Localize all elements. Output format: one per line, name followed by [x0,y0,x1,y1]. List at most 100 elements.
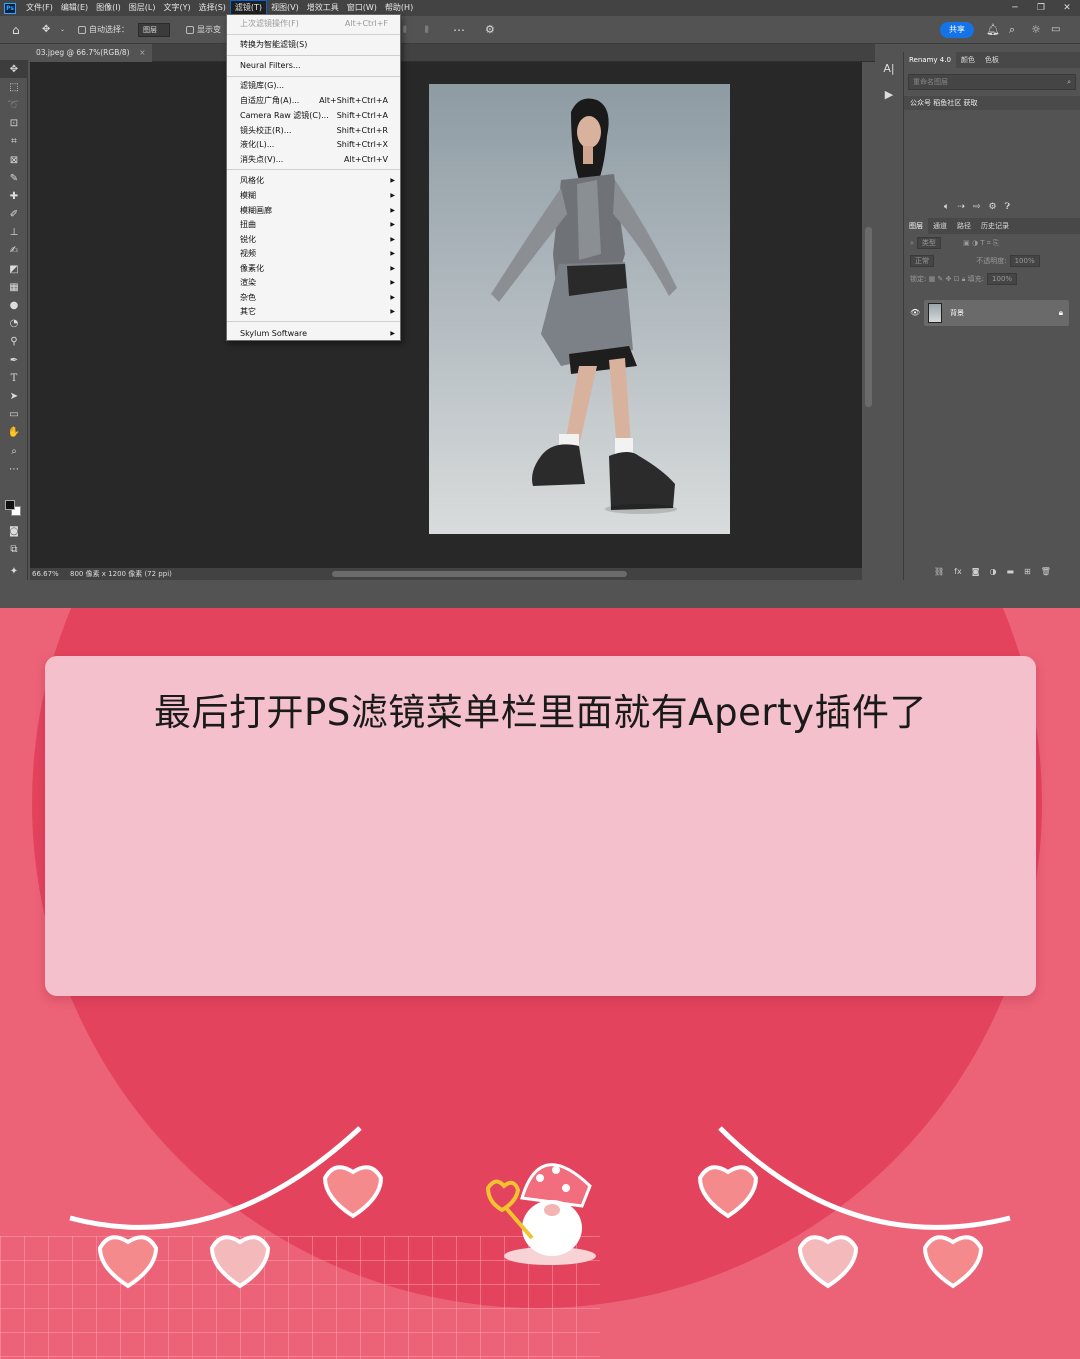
filter-menu-item[interactable]: 消失点(V)... Alt+Ctrl+V [227,153,400,167]
filter-menu-item[interactable]: 杂色 ▶ [227,291,400,305]
menu-item[interactable]: 选择(S) [195,0,230,16]
pen-tool-icon[interactable]: ✒ [0,351,28,369]
brush-tool-icon[interactable]: ✐ [0,206,28,224]
marquee-tool-icon[interactable]: ⬚ [0,78,28,96]
menu-item[interactable]: 文件(F) [22,0,57,16]
panel-tab[interactable]: 图层 [904,218,928,234]
filter-menu-item[interactable]: 渲染 ▶ [227,276,400,290]
mask-icon[interactable]: ◙ [972,567,980,576]
character-panel-icon[interactable]: A| [877,56,901,82]
close-tab-icon[interactable]: × [139,44,145,62]
crop-tool-icon[interactable]: ⌗ [0,133,28,151]
distribute-icon[interactable]: ⫼ [425,16,429,44]
gradient-tool-icon[interactable]: ▦ [0,278,28,296]
move-tool-icon[interactable]: ✥ [0,60,28,79]
discover-icon[interactable]: ☼ [1031,16,1041,44]
filter-menu-item[interactable]: 镜头校正(R)... Shift+Ctrl+R [227,124,400,138]
type-tool-icon[interactable]: T [0,369,28,387]
show-transform-checkbox[interactable]: 显示变 [186,16,221,44]
maximize-icon[interactable]: ❐ [1028,0,1054,16]
vertical-scrollbar[interactable] [862,62,875,568]
healing-brush-icon[interactable]: ✚ [0,187,28,205]
search-icon[interactable]: ⌕ [1009,16,1015,44]
layer-kind-select[interactable]: 类型 [916,237,941,249]
panel-tab[interactable]: 历史记录 [976,218,1014,234]
sound-icon[interactable]: 🔈︎ [944,202,949,212]
filter-menu-item[interactable]: Skylum Software ▶ [227,327,400,341]
path-select-icon[interactable]: ➤ [0,387,28,405]
horizontal-scrollbar[interactable] [332,571,627,577]
auto-select-checkbox[interactable]: 自动选择： [78,16,129,44]
fill-input[interactable]: 100% [987,273,1018,285]
menu-item[interactable]: 图层(L) [125,0,160,16]
workspace-icon[interactable]: ▭ [1051,16,1060,44]
help-icon[interactable]: ❓︎ [1005,202,1010,212]
filter-menu-item[interactable]: 视频 ▶ [227,247,400,261]
adjustment-icon[interactable]: ◑ [989,567,996,576]
history-brush-icon[interactable]: ✍ [0,242,28,260]
share-button[interactable]: 共享 [940,22,974,38]
close-icon[interactable]: ✕ [1054,0,1080,16]
filter-menu-item[interactable]: 风格化 ▶ [227,174,400,188]
filter-menu-item[interactable]: 模糊画廊 ▶ [227,204,400,218]
settings-icon[interactable]: ⚙ [989,202,997,212]
lock-icons[interactable]: ▦ ✎ ✥ ⊡ 🔒︎ [929,275,966,283]
menu-item[interactable]: 编辑(E) [57,0,92,16]
play-action-icon[interactable]: ▶ [877,82,901,108]
eraser-icon[interactable]: ◩ [0,260,28,278]
blur-tool-icon[interactable]: ● [0,296,28,314]
filter-menu-item[interactable]: 液化(L)... Shift+Ctrl+X [227,138,400,152]
rename-search-input[interactable]: 重命名图层 ⌕ [908,74,1076,90]
filter-menu-item[interactable]: 转换为智能滤镜(S) [227,38,400,52]
export-icon[interactable]: ⇨ [973,202,981,212]
layer-filter-icons[interactable]: ▣ ◑ T ⌗ ⎘ [963,239,998,247]
more-options-icon[interactable]: ⋯ [453,16,465,44]
layer-row-background[interactable]: 背景 🔒︎ [924,300,1069,326]
rectangle-tool-icon[interactable]: ▭ [0,406,28,424]
lasso-tool-icon[interactable]: ➰ [0,96,28,114]
visibility-eye-icon[interactable]: 👁︎ [910,308,920,317]
blend-mode-select[interactable]: 正常 [910,255,934,267]
hand-tool-icon[interactable]: ✋ [0,424,28,442]
panel-tab[interactable]: 通道 [928,218,952,234]
filter-menu-item[interactable]: 锐化 ▶ [227,233,400,247]
bell-icon[interactable]: 🔔︎ [986,16,1000,44]
generative-fill-icon[interactable]: ✦ [0,562,28,580]
chevron-down-icon[interactable]: ⌄ [60,16,65,44]
stamp-tool-icon[interactable]: ⊥ [0,224,28,242]
scroll-thumb[interactable] [865,227,872,407]
eyedropper-icon[interactable]: ✎ [0,169,28,187]
zoom-tool-icon[interactable]: ⌕ [0,442,28,460]
filter-menu-item[interactable]: Neural Filters... [227,59,400,73]
object-select-icon[interactable]: ⊡ [0,115,28,133]
filter-menu-item[interactable]: 模糊 ▶ [227,189,400,203]
link-icon[interactable]: ⛓ [934,567,944,576]
menu-item[interactable]: 图像(I) [92,0,125,16]
filter-menu-item[interactable]: 扭曲 ▶ [227,218,400,232]
frame-tool-icon[interactable]: ⊠ [0,151,28,169]
document-tab[interactable]: 03.jpeg @ 66.7%(RGB/8) × [30,44,152,62]
auto-select-dropdown[interactable]: 图层 [138,16,170,44]
panel-tab[interactable]: 色板 [980,52,1004,68]
move-tool-icon[interactable]: ✥ [42,16,50,44]
panel-tab[interactable]: 路径 [952,218,976,234]
filter-menu-item[interactable]: 上次滤镜操作(F) Alt+Ctrl+F [227,17,400,31]
screen-mode-icon[interactable]: ⧉ [0,540,28,558]
filter-menu-item[interactable]: 像素化 ▶ [227,262,400,276]
zoom-lens-icon[interactable]: ⚲ [0,333,28,351]
new-layer-icon[interactable]: ⊞ [1024,567,1031,576]
foreground-color-swatch[interactable] [5,500,15,510]
fx-icon[interactable]: fx [954,567,962,576]
panel-tab[interactable]: 颜色 [956,52,980,68]
opacity-input[interactable]: 100% [1009,255,1040,267]
home-icon[interactable]: ⌂ [12,16,20,44]
arrow-icon[interactable]: ⇢ [957,202,965,212]
minimize-icon[interactable]: ─ [1002,0,1028,16]
document-canvas[interactable] [30,62,862,568]
renamy-list-item[interactable]: 公众号 稻鱼社区 获取 [904,96,1080,110]
filter-menu-item[interactable]: 滤镜库(G)... [227,79,400,93]
align-icon[interactable]: ⫼ [403,16,407,44]
quick-mask-icon[interactable]: ◙ [0,522,28,540]
panel-tab[interactable]: Renamy 4.0 [904,52,956,68]
edit-toolbar-icon[interactable]: ⋯ [0,460,28,478]
